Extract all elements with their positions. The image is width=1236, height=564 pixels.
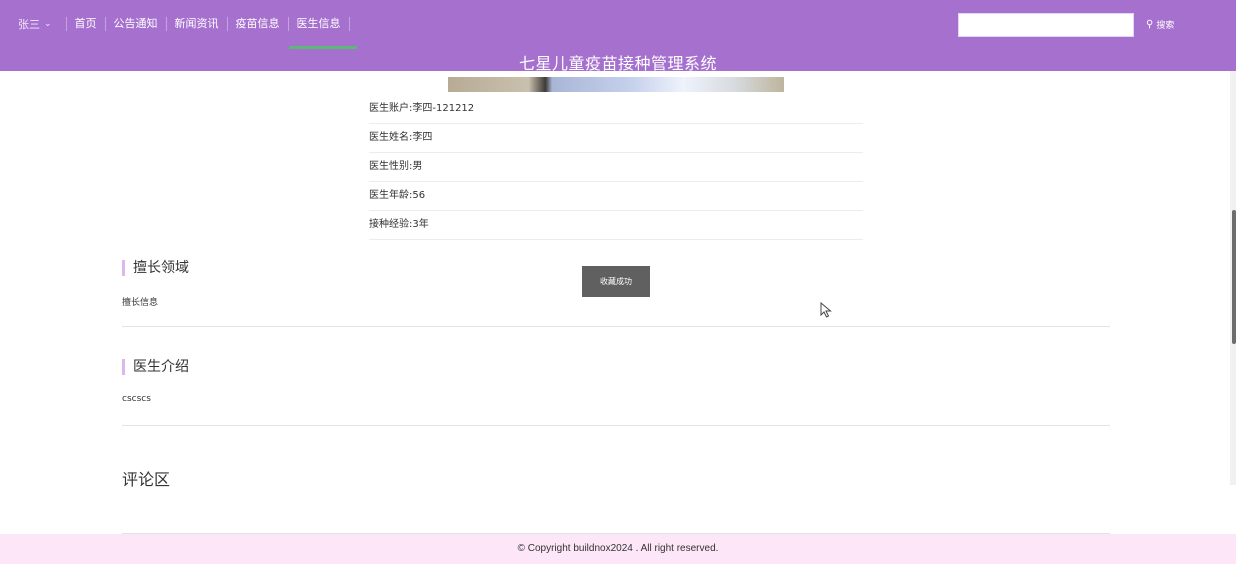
site-title: 七星儿童疫苗接种管理系统 bbox=[518, 54, 717, 73]
doctor-age: 医生年龄:56 bbox=[369, 182, 863, 211]
user-menu[interactable]: 张三 ⌄ bbox=[18, 16, 66, 32]
comments-title: 评论区 bbox=[122, 470, 171, 489]
nav-divider bbox=[348, 17, 350, 31]
search-input[interactable] bbox=[958, 13, 1134, 37]
doctor-photo bbox=[448, 77, 784, 92]
section-content-introduction: cscscs bbox=[122, 394, 151, 404]
nav-item-doctors[interactable]: 医生信息 bbox=[287, 17, 357, 49]
doctor-gender: 医生性别:男 bbox=[369, 153, 863, 182]
doctor-info-list: 医生账户:李四-121212 医生姓名:李四 医生性别:男 医生年龄:56 接种… bbox=[369, 95, 863, 240]
section-title-specialty: 擅长领域 bbox=[122, 259, 189, 277]
section-content-specialty: 擅长信息 bbox=[122, 298, 159, 308]
doctor-name: 医生姓名:李四 bbox=[369, 124, 863, 153]
chevron-down-icon: ⌄ bbox=[44, 19, 52, 29]
user-name: 张三 bbox=[18, 18, 40, 31]
nav-item-announcements[interactable]: 公告通知 bbox=[104, 17, 166, 31]
mouse-cursor-icon bbox=[820, 302, 832, 318]
section-title-introduction: 医生介绍 bbox=[122, 358, 189, 376]
doctor-account: 医生账户:李四-121212 bbox=[369, 95, 863, 124]
search-button[interactable]: ⚲ 搜索 bbox=[1146, 18, 1174, 31]
nav-item-news[interactable]: 新闻资讯 bbox=[165, 17, 227, 31]
nav-item-vaccines[interactable]: 疫苗信息 bbox=[226, 17, 288, 31]
section-divider bbox=[122, 425, 1110, 426]
favorite-success-toast: 收藏成功 bbox=[582, 266, 650, 297]
doctor-experience: 接种经验:3年 bbox=[369, 211, 863, 240]
main-nav: 张三 ⌄ 首页 公告通知 新闻资讯 疫苗信息 医生信息 bbox=[0, 0, 357, 49]
footer-copyright: © Copyright buildnox2024 . All right res… bbox=[0, 534, 1236, 564]
search-icon: ⚲ bbox=[1146, 19, 1154, 30]
search-button-label: 搜索 bbox=[1156, 21, 1175, 31]
scrollbar-thumb[interactable] bbox=[1232, 210, 1236, 344]
section-divider bbox=[122, 326, 1110, 327]
top-header: 张三 ⌄ 首页 公告通知 新闻资讯 疫苗信息 医生信息 ⚲ 搜索 七星儿童疫苗接… bbox=[0, 0, 1236, 73]
nav-item-home[interactable]: 首页 bbox=[65, 17, 105, 31]
